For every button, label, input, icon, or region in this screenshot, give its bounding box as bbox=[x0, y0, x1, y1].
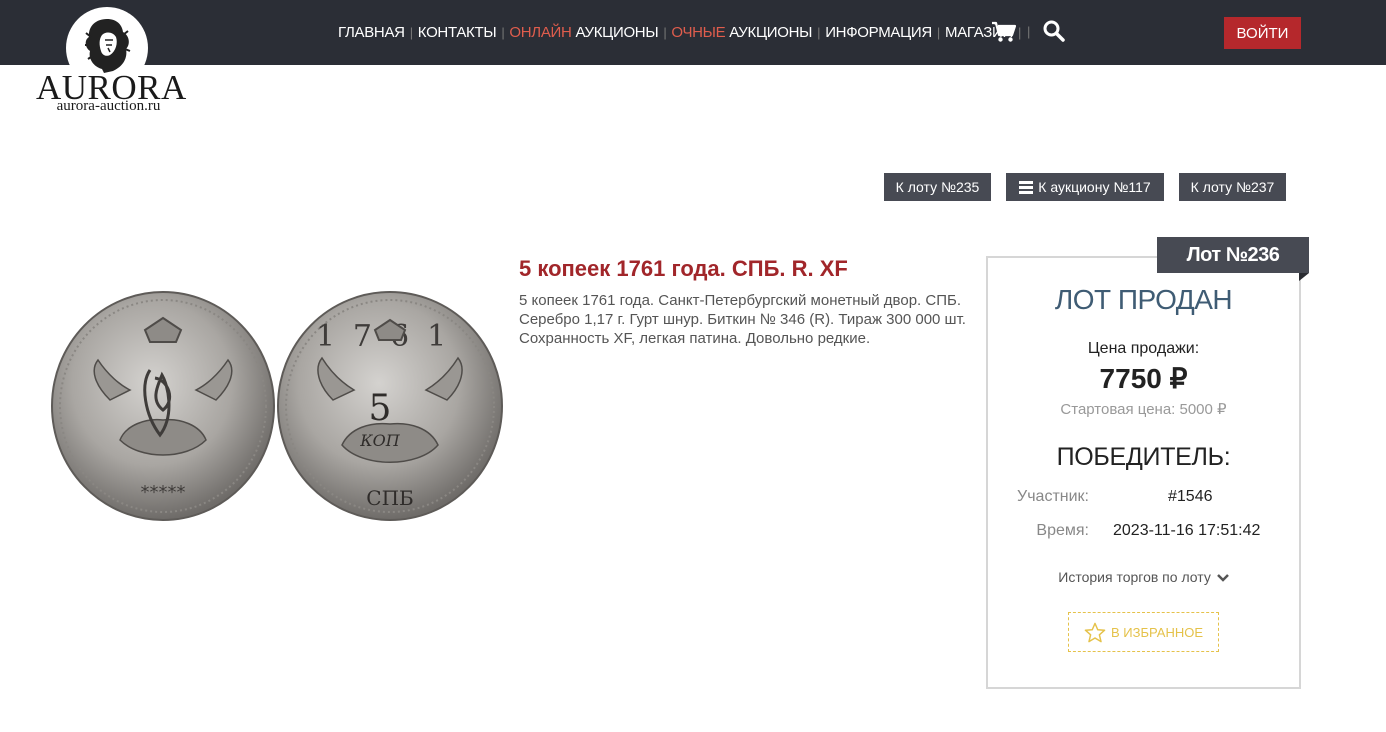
bid-history-toggle[interactable]: История торгов по лоту bbox=[986, 569, 1301, 585]
winner-heading: ПОБЕДИТЕЛЬ: bbox=[1056, 443, 1231, 471]
bid-history-label: История торгов по лоту bbox=[1058, 569, 1211, 585]
nav-item-information[interactable]: ИНФОРМАЦИЯ bbox=[825, 24, 932, 41]
nav-item-home[interactable]: ГЛАВНАЯ bbox=[338, 24, 405, 41]
time-value: 2023-11-16 17:51:42 bbox=[1113, 522, 1261, 539]
logo-subtitle: aurora-auction.ru bbox=[56, 98, 161, 114]
cart-icon[interactable] bbox=[992, 21, 1016, 43]
star-icon bbox=[1084, 622, 1106, 642]
nav-item-accent: ОЧНЫЕ bbox=[671, 23, 726, 41]
coin-reverse-mint: СПБ bbox=[366, 486, 413, 510]
lion-logo-icon bbox=[85, 19, 131, 73]
time-label: Время: bbox=[1036, 522, 1089, 539]
lot-description: 5 копеек 1761 года. Санкт-Петербургский … bbox=[519, 292, 966, 347]
coin-photo[interactable]: ***** 1761 5 КОП СПБ bbox=[50, 290, 506, 522]
participant-label: Участник: bbox=[1017, 488, 1089, 505]
nav-item-label: АУКЦИОНЫ bbox=[729, 23, 813, 41]
coin-reverse-unit: КОП bbox=[359, 431, 401, 450]
coin-reverse-value: 5 bbox=[369, 388, 392, 429]
next-lot-button[interactable]: К лоту №237 bbox=[1179, 173, 1286, 201]
coin-obverse: ***** bbox=[51, 291, 275, 521]
badge-fold bbox=[1299, 273, 1309, 281]
nav-separator: | bbox=[501, 24, 505, 40]
nav-separator: | bbox=[663, 24, 667, 40]
favorites-label: В ИЗБРАННОЕ bbox=[1110, 624, 1204, 640]
lot-number-badge: Лот №236 bbox=[1157, 237, 1309, 273]
nav-item-online-auctions[interactable]: ОНЛАЙН АУКЦИОНЫ bbox=[509, 24, 658, 41]
nav-item-contacts[interactable]: КОНТАКТЫ bbox=[418, 24, 497, 41]
participant-value: #1546 bbox=[1168, 488, 1213, 505]
nav-separator: | bbox=[817, 24, 821, 40]
login-button[interactable]: ВОЙТИ bbox=[1224, 17, 1301, 49]
nav-item-accent: ОНЛАЙН bbox=[509, 23, 572, 41]
sale-price: 7750 ₽ bbox=[1099, 363, 1188, 394]
nav-separator: | bbox=[936, 24, 940, 40]
add-to-favorites-button[interactable]: В ИЗБРАННОЕ bbox=[1068, 612, 1219, 652]
search-icon[interactable] bbox=[1043, 20, 1065, 42]
main-menu: ГЛАВНАЯ | КОНТАКТЫ | ОНЛАЙН АУКЦИОНЫ | О… bbox=[338, 22, 1026, 42]
lot-status: ЛОТ ПРОДАН bbox=[1054, 284, 1233, 315]
price-label: Цена продажи: bbox=[1087, 340, 1200, 357]
nav-separator: | bbox=[409, 24, 413, 40]
menu-icon bbox=[1019, 181, 1034, 194]
coin-obverse-marks: ***** bbox=[141, 482, 186, 503]
start-price: Стартовая цена: 5000 ₽ bbox=[1060, 401, 1227, 418]
chevron-down-icon bbox=[1216, 574, 1229, 583]
next-lot-label: К лоту №237 bbox=[1190, 179, 1275, 195]
back-to-auction-label: К аукциону №117 bbox=[1038, 179, 1151, 195]
nav-separator: | bbox=[1027, 24, 1031, 39]
nav-separator: | bbox=[1018, 24, 1022, 40]
lot-title: 5 копеек 1761 года. СПБ. R. XF bbox=[519, 256, 848, 281]
back-to-auction-button[interactable]: К аукциону №117 bbox=[1006, 173, 1164, 201]
previous-lot-label: К лоту №235 bbox=[895, 179, 980, 195]
nav-item-label: АУКЦИОНЫ bbox=[575, 23, 659, 41]
previous-lot-button[interactable]: К лоту №235 bbox=[884, 173, 991, 201]
nav-item-live-auctions[interactable]: ОЧНЫЕ АУКЦИОНЫ bbox=[671, 24, 812, 41]
coin-reverse: 1761 5 КОП СПБ bbox=[277, 291, 503, 521]
